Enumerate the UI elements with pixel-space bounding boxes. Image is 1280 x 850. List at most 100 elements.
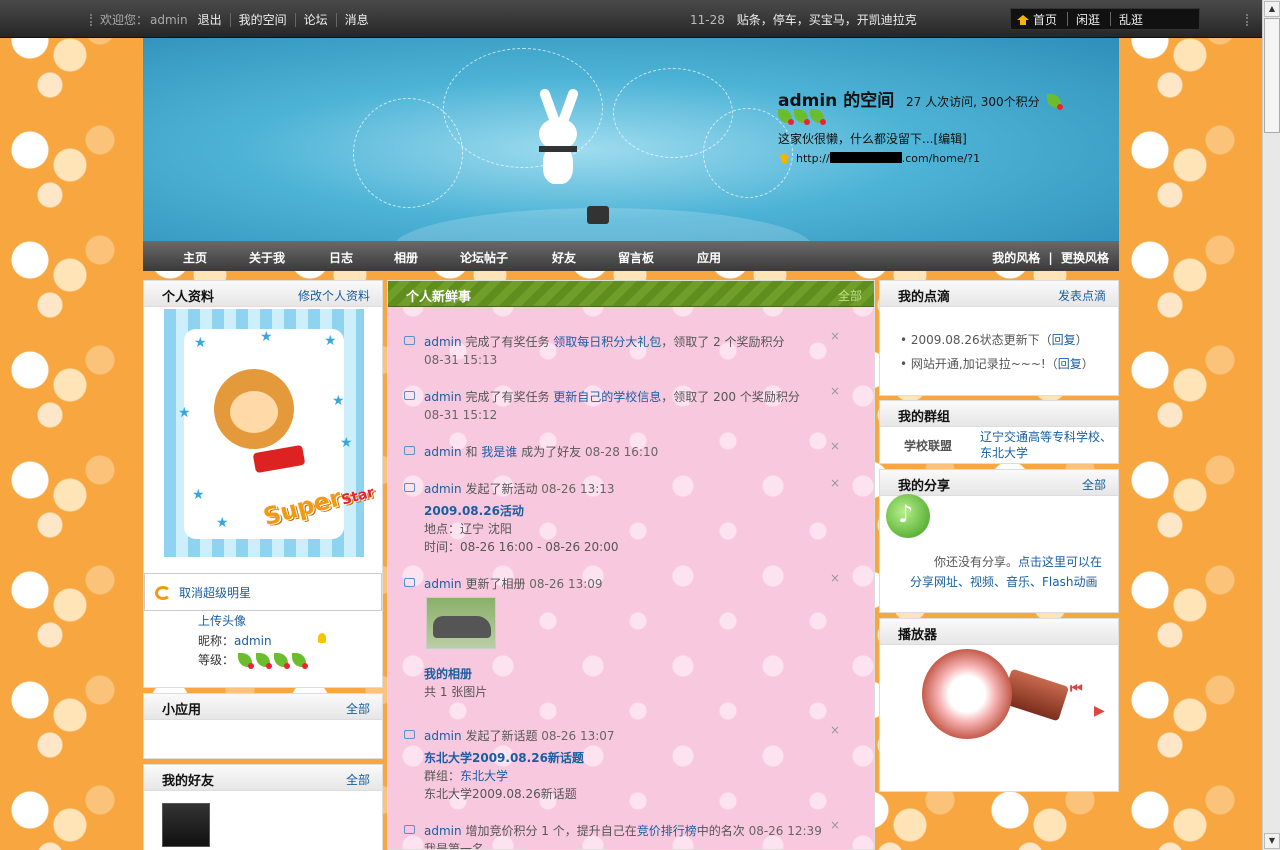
- profile-title: 个人资料: [162, 290, 215, 305]
- feed-time: 08-26 13:13: [541, 482, 615, 496]
- leaf-icon: [238, 652, 255, 669]
- monkey-avatar-icon: [214, 369, 306, 474]
- nickname-link[interactable]: admin: [234, 634, 272, 648]
- friend-avatar[interactable]: [162, 803, 210, 847]
- group-category: 学校联盟: [904, 439, 953, 453]
- lightbulb-icon: [318, 633, 326, 643]
- close-icon[interactable]: ×: [830, 571, 840, 585]
- nav-guestbook[interactable]: 留言板: [618, 249, 654, 266]
- shares-panel: 我的分享 全部 你还没有分享。点击这里可以在分享网址、视频、音乐、Flash动画: [879, 469, 1119, 613]
- album-count: 共 1 张图片: [424, 685, 488, 699]
- nav-friends[interactable]: 好友: [552, 249, 576, 266]
- close-icon[interactable]: ×: [830, 818, 840, 832]
- vertical-scrollbar[interactable]: ▲ ▼: [1262, 0, 1280, 850]
- wander-link[interactable]: 乱逛: [1119, 11, 1143, 28]
- close-icon[interactable]: ×: [830, 384, 840, 398]
- browse-link[interactable]: 闲逛: [1076, 11, 1100, 28]
- cancel-superstar-link[interactable]: 取消超级明星: [179, 584, 251, 601]
- upload-avatar-link[interactable]: 上传头像: [198, 612, 246, 629]
- feed-user-link[interactable]: admin: [424, 824, 462, 838]
- next-control-icon[interactable]: ▶: [1094, 703, 1105, 719]
- close-icon[interactable]: ×: [830, 723, 840, 737]
- feed-time: 08-26 13:09: [529, 577, 603, 591]
- my-space-link[interactable]: 我的空间: [239, 11, 287, 28]
- friends-more-link[interactable]: 全部: [346, 771, 370, 788]
- feed-link[interactable]: 我是谁: [481, 445, 517, 459]
- nav-blog[interactable]: 日志: [329, 249, 353, 266]
- shares-more-link[interactable]: 全部: [1082, 476, 1106, 493]
- reply-link[interactable]: 回复: [1052, 333, 1076, 347]
- divider: [335, 12, 337, 27]
- nav-forum-posts[interactable]: 论坛帖子: [460, 249, 508, 266]
- group-label: 群组：: [424, 769, 461, 783]
- nav-album[interactable]: 相册: [394, 249, 418, 266]
- star-icon: ★: [194, 335, 207, 351]
- close-icon[interactable]: ×: [830, 329, 840, 343]
- forum-link[interactable]: 论坛: [304, 11, 328, 28]
- group-links[interactable]: 辽宁交通高等专科学校、东北大学: [980, 429, 1115, 461]
- notes-title: 我的点滴: [898, 290, 951, 305]
- feed-user-link[interactable]: admin: [424, 577, 462, 591]
- nav-apps[interactable]: 应用: [697, 249, 721, 266]
- feed-user-link[interactable]: admin: [424, 390, 462, 404]
- profile-panel: 个人资料 修改个人资料 ★ ★ ★ ★ ★ ★ ★ ★ SuperStar 取消…: [143, 280, 383, 688]
- post-note-link[interactable]: 发表点滴: [1058, 287, 1106, 304]
- cancel-superstar-box[interactable]: 取消超级明星: [144, 573, 382, 611]
- topic-title-link[interactable]: 东北大学2009.08.26新话题: [424, 751, 584, 765]
- close-icon[interactable]: ×: [830, 476, 840, 490]
- scroll-thumb[interactable]: [1264, 18, 1280, 133]
- feed-link[interactable]: 更新自己的学校信息: [553, 390, 661, 404]
- feed-user-link[interactable]: admin: [424, 445, 462, 459]
- feed-user-link[interactable]: admin: [424, 335, 462, 349]
- lightbulb-player-icon[interactable]: [922, 649, 1012, 739]
- scroll-down-arrow-icon[interactable]: ▼: [1264, 833, 1280, 849]
- my-style-link[interactable]: 我的风格: [992, 251, 1040, 265]
- comment-bubble-icon: [404, 578, 415, 587]
- space-nav: 主页 关于我 日志 相册 论坛帖子 好友 留言板 应用 我的风格 | 更换风格: [143, 241, 1119, 271]
- space-title: admin 的空间 27 人次访问, 300个积分: [778, 86, 1064, 111]
- event-title-link[interactable]: 2009.08.26活动: [424, 504, 524, 518]
- play-control-icon[interactable]: ⏮: [1070, 681, 1083, 697]
- feed-text: 发起了新活动: [465, 482, 538, 496]
- apps-more-link[interactable]: 全部: [346, 700, 370, 717]
- space-title-text[interactable]: admin 的空间: [778, 91, 894, 111]
- feed-panel: 个人新鲜事 全部 × admin 完成了有奖任务 领取每日积分大礼包，领取了 2…: [387, 280, 875, 850]
- share-text: 你还没有分享。点击这里可以在分享网址、视频、音乐、Flash动画: [910, 555, 1103, 589]
- feed-user-link[interactable]: admin: [424, 729, 462, 743]
- group-link[interactable]: 东北大学: [460, 769, 508, 783]
- reply-link[interactable]: 回复: [1058, 357, 1082, 371]
- close-icon[interactable]: ×: [830, 439, 840, 453]
- star-icon: ★: [324, 333, 337, 349]
- feed-link[interactable]: 竞价排行榜: [637, 824, 697, 838]
- visit-count: 27 人次访问, 300个积分: [906, 95, 1040, 109]
- space-motto: 这家伙很懒，什么都没留下...[编辑]: [778, 130, 967, 147]
- logout-link[interactable]: 退出: [198, 11, 222, 28]
- home-link[interactable]: 首页: [1017, 11, 1057, 28]
- username-label[interactable]: admin: [150, 13, 188, 27]
- leaf-icon: [256, 652, 273, 669]
- album-link[interactable]: 我的相册: [424, 667, 472, 681]
- edit-profile-link[interactable]: 修改个人资料: [298, 287, 370, 304]
- level-label: 等级：: [198, 653, 235, 667]
- album-photo-thumbnail[interactable]: [426, 597, 496, 649]
- level-row: 等级：: [198, 651, 309, 669]
- scroll-up-arrow-icon[interactable]: ▲: [1264, 1, 1280, 17]
- apps-panel: 小应用 全部: [143, 693, 383, 759]
- messages-link[interactable]: 消息: [345, 11, 369, 28]
- feed-link[interactable]: 领取每日积分大礼包: [553, 335, 661, 349]
- nav-home[interactable]: 主页: [183, 249, 207, 266]
- feed-more-link[interactable]: 全部: [838, 287, 862, 304]
- news-ticker[interactable]: 11-28 贴条，停车，买宝马，开凯迪拉克: [690, 11, 917, 28]
- space-url[interactable]: http:// .com/home/?1: [778, 152, 980, 165]
- profile-header: 个人资料 修改个人资料: [144, 281, 382, 307]
- top-bar: 欢迎您： admin 退出 我的空间 论坛 消息 11-28 贴条，停车，买宝马…: [0, 0, 1262, 38]
- feed-item: × admin 和 我是谁 成为了好友 08-28 16:10: [404, 439, 844, 461]
- superstar-icon: [155, 586, 171, 600]
- change-style-link[interactable]: 更换风格: [1061, 251, 1109, 265]
- avatar[interactable]: ★ ★ ★ ★ ★ ★ ★ ★ SuperStar: [164, 309, 376, 557]
- feed-user-link[interactable]: admin: [424, 482, 462, 496]
- nav-about[interactable]: 关于我: [249, 249, 285, 266]
- redacted-mask: [829, 152, 902, 163]
- edit-motto-link[interactable]: [编辑]: [933, 132, 966, 146]
- news-text[interactable]: 贴条，停车，买宝马，开凯迪拉克: [737, 13, 917, 27]
